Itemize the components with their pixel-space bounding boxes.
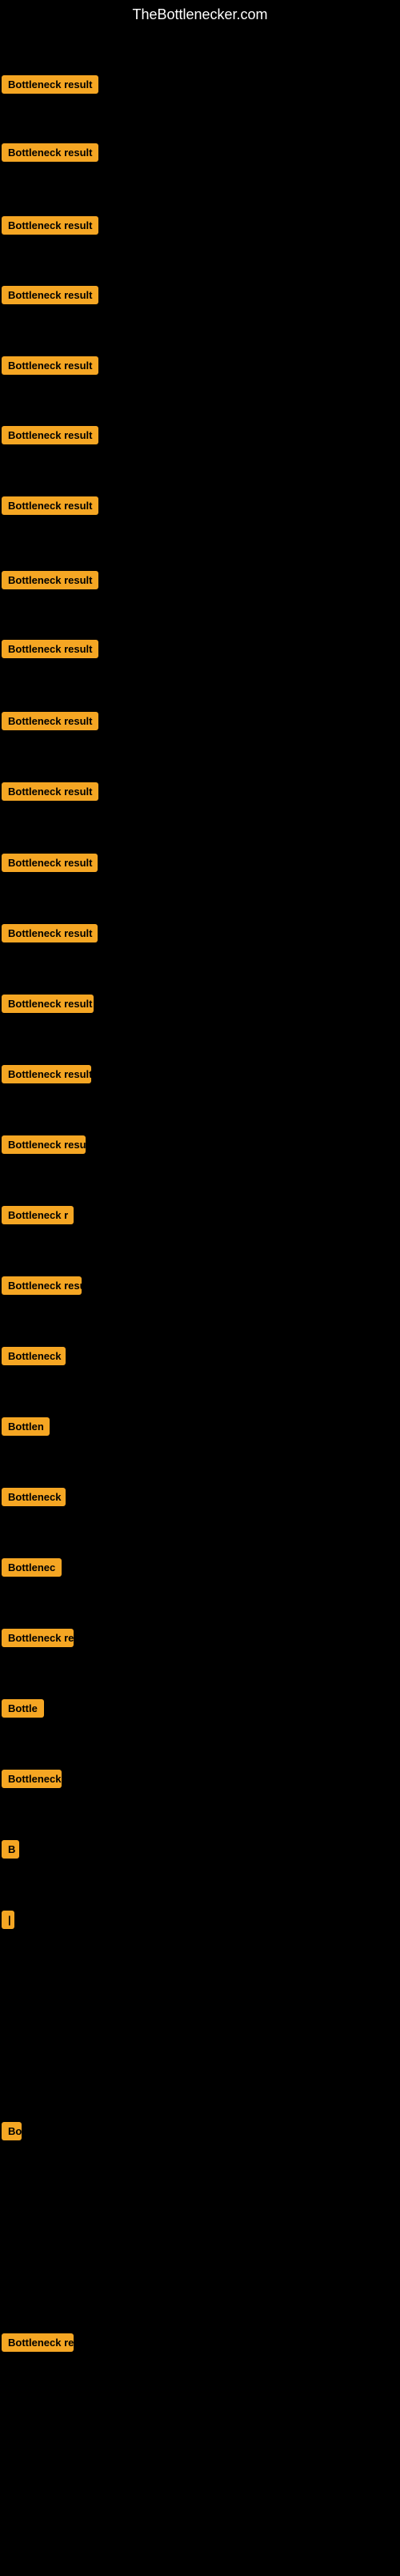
- bottleneck-badge: Bottleneck result: [2, 1065, 91, 1083]
- bottleneck-badge: Bottleneck result: [2, 426, 98, 444]
- bottleneck-badge: Bottleneck: [2, 1770, 62, 1788]
- bottleneck-badge: Bottleneck resu: [2, 1276, 82, 1295]
- bottleneck-badge: Bottleneck result: [2, 571, 98, 589]
- bottleneck-badge: Bottleneck re: [2, 2333, 74, 2352]
- bottleneck-badge: Bottleneck re: [2, 1629, 74, 1647]
- bottleneck-badge: Bottlenec: [2, 1558, 62, 1577]
- bottleneck-badge: Bottleneck result: [2, 496, 98, 515]
- site-title: TheBottlenecker.com: [0, 0, 400, 30]
- bottleneck-badge: Bottleneck: [2, 1347, 66, 1365]
- bottleneck-badge: Bottleneck result: [2, 640, 98, 658]
- bottleneck-badge: Bottleneck result: [2, 924, 98, 942]
- bottleneck-badge: Bottlen: [2, 1417, 50, 1436]
- bottleneck-badge: |: [2, 1911, 14, 1929]
- bottleneck-badge: Bottleneck result: [2, 216, 98, 235]
- bottleneck-badge: Bottleneck result: [2, 782, 98, 801]
- bottleneck-badge: Bottleneck result: [2, 995, 94, 1013]
- bottleneck-badge: Bottleneck result: [2, 712, 98, 730]
- bottleneck-badge: Bottle: [2, 1699, 44, 1718]
- bottleneck-badge: Bottleneck result: [2, 286, 98, 304]
- bottleneck-badge: Bottleneck result: [2, 143, 98, 162]
- bottleneck-badge: Bottleneck result: [2, 75, 98, 94]
- bottleneck-badge: Bottleneck result: [2, 356, 98, 375]
- bottleneck-badge: Bottleneck resul: [2, 1135, 86, 1154]
- bottleneck-badge: B: [2, 1840, 19, 1859]
- bottleneck-badge: Bottleneck: [2, 1488, 66, 1506]
- bottleneck-badge: Bottleneck r: [2, 1206, 74, 1224]
- bottleneck-badge: Bottleneck result: [2, 854, 98, 872]
- bottleneck-badge: Bo: [2, 2122, 22, 2140]
